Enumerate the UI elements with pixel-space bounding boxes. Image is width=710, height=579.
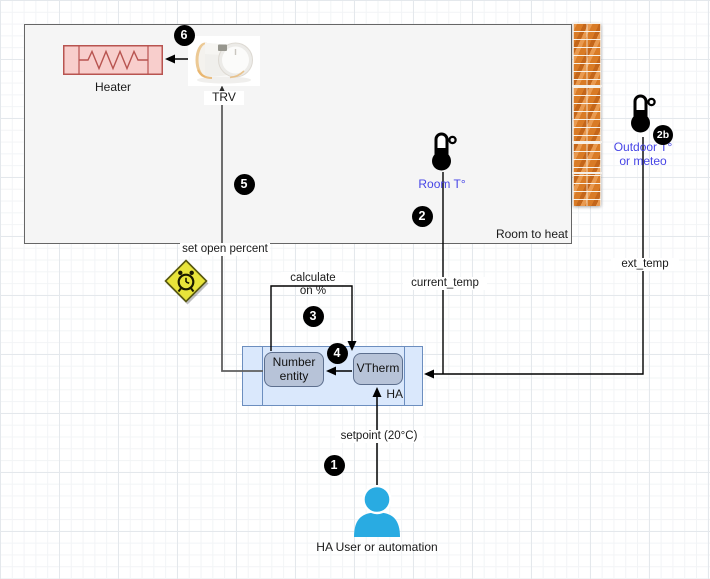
step-badge-5: 5 xyxy=(234,174,255,195)
step-badge-1: 1 xyxy=(324,455,345,476)
room-thermometer-icon xyxy=(427,132,457,172)
number-entity-label: Number entity xyxy=(265,356,323,384)
edge-label-calculate: calculate on % xyxy=(281,272,345,298)
vtherm-label: VTherm xyxy=(357,362,400,376)
edge-label-current-temp: current_temp xyxy=(403,277,487,290)
ha-user-icon xyxy=(353,485,401,538)
edge-label-ext-temp: ext_temp xyxy=(611,258,679,271)
step-badge-4: 4 xyxy=(327,343,348,364)
vtherm-node: VTherm xyxy=(353,353,403,385)
heater-resistor-icon xyxy=(63,45,163,75)
alarm-clock-diamond-icon xyxy=(162,257,210,305)
wall-gap xyxy=(572,172,602,174)
trv-label: TRV xyxy=(204,91,244,105)
heater-label: Heater xyxy=(83,81,143,95)
wall-gap xyxy=(572,141,602,143)
room-temp-sensor-label: Room T° xyxy=(405,178,479,192)
diagram-canvas: Number entity VTherm xyxy=(0,0,710,579)
outdoor-sensor-label: Outdoor T° or meteo xyxy=(604,141,682,169)
edge-label-setpoint: setpoint (20°C) xyxy=(335,430,423,443)
edge-label-set-open-percent: set open percent xyxy=(180,243,270,256)
room-to-heat-label: Room to heat xyxy=(462,228,568,242)
brick-wall-icon xyxy=(573,23,601,206)
ha-divider xyxy=(404,347,405,405)
step-badge-2: 2 xyxy=(412,206,433,227)
step-badge-2b: 2b xyxy=(653,125,673,145)
ha-box-label: HA xyxy=(371,388,403,402)
outdoor-thermometer-icon xyxy=(626,94,656,134)
edge-label-calculate-line2: on % xyxy=(281,285,345,298)
step-badge-3: 3 xyxy=(303,306,324,327)
edge-label-calculate-line1: calculate xyxy=(281,272,345,285)
wall-gap xyxy=(572,85,602,87)
number-entity-node: Number entity xyxy=(264,352,324,387)
step-badge-6: 6 xyxy=(174,25,195,46)
ha-divider xyxy=(262,347,263,405)
trv-device-image xyxy=(188,36,260,86)
outdoor-sensor-label-line1: Outdoor T° xyxy=(604,141,682,155)
ha-user-label: HA User or automation xyxy=(293,541,461,555)
outdoor-sensor-label-line2: or meteo xyxy=(604,155,682,169)
